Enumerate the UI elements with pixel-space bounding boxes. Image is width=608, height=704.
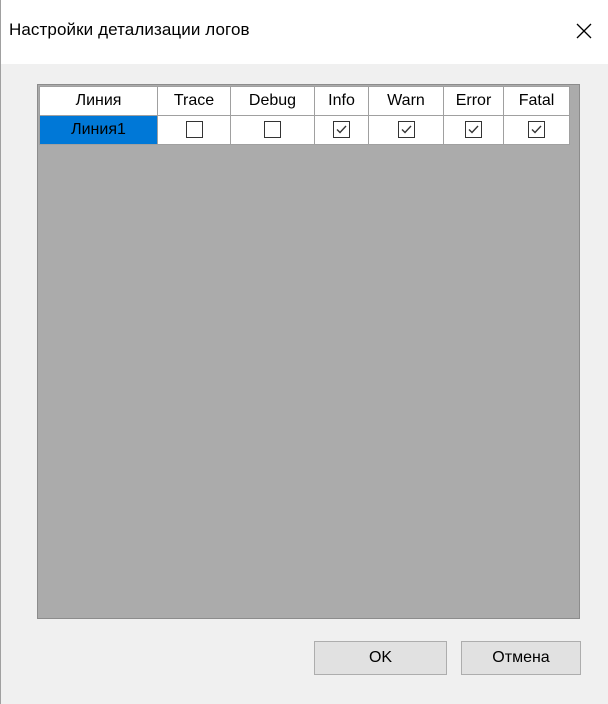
column-header-fatal[interactable]: Fatal	[503, 86, 570, 116]
checkmark-icon	[401, 125, 412, 134]
checkmark-icon	[336, 125, 347, 134]
error-cell	[443, 115, 504, 145]
log-levels-table: Линия Trace Debug Info Warn Error Fatal …	[39, 86, 570, 145]
header-row: Линия Trace Debug Info Warn Error Fatal	[39, 86, 570, 116]
debug-checkbox[interactable]	[264, 121, 281, 139]
trace-cell	[157, 115, 231, 145]
info-checkbox[interactable]	[333, 121, 350, 139]
fatal-cell	[503, 115, 570, 145]
row-name-cell[interactable]: Линия1	[39, 115, 158, 145]
log-levels-grid[interactable]: Линия Trace Debug Info Warn Error Fatal …	[37, 84, 580, 619]
ok-button[interactable]: OK	[314, 641, 447, 675]
column-header-error[interactable]: Error	[443, 86, 504, 116]
cancel-button[interactable]: Отмена	[461, 641, 581, 675]
column-header-trace[interactable]: Trace	[157, 86, 231, 116]
checkmark-icon	[531, 125, 542, 134]
error-checkbox[interactable]	[465, 121, 482, 139]
info-cell	[314, 115, 369, 145]
table-row[interactable]: Линия1	[39, 115, 570, 145]
trace-checkbox[interactable]	[185, 121, 203, 139]
fatal-checkbox[interactable]	[528, 121, 545, 139]
close-button[interactable]	[567, 14, 601, 48]
checkmark-icon	[468, 125, 479, 134]
column-header-warn[interactable]: Warn	[368, 86, 444, 116]
close-icon	[576, 23, 592, 39]
title-bar: Настройки детализации логов	[1, 0, 608, 64]
column-header-info[interactable]: Info	[314, 86, 369, 116]
column-header-debug[interactable]: Debug	[230, 86, 315, 116]
column-header-line[interactable]: Линия	[39, 86, 158, 116]
debug-cell	[230, 115, 315, 145]
log-detail-settings-dialog: Настройки детализации логов Линия Trace …	[0, 0, 608, 704]
warn-cell	[368, 115, 444, 145]
dialog-title: Настройки детализации логов	[9, 20, 250, 39]
warn-checkbox[interactable]	[397, 121, 415, 139]
